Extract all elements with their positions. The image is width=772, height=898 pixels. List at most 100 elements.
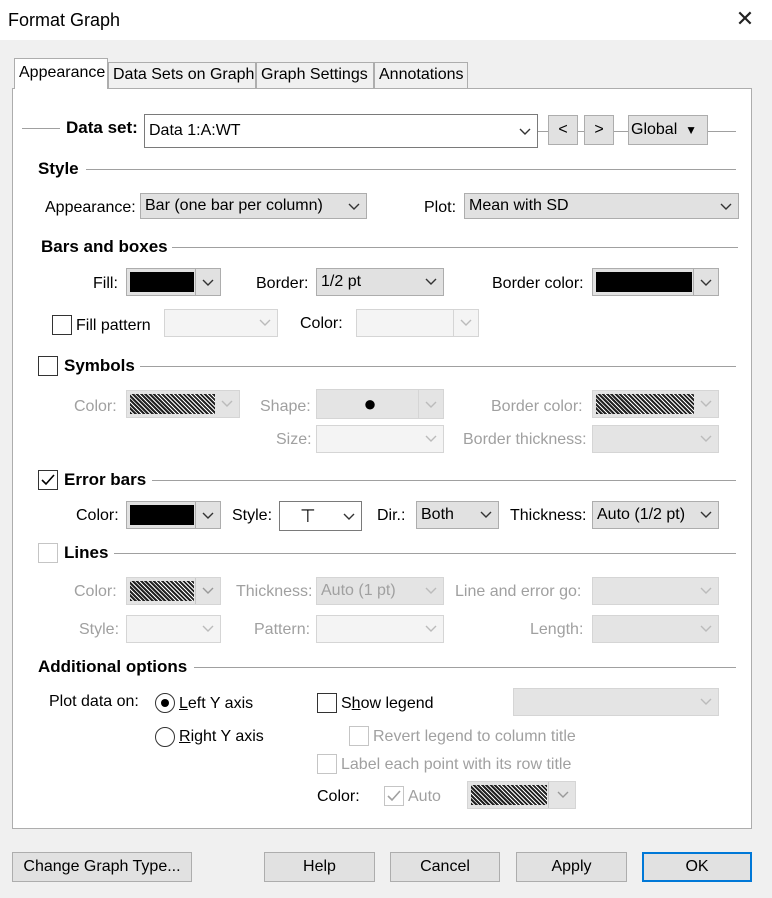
size-label: Size: [276, 431, 312, 448]
revert-legend-checkbox[interactable] [349, 726, 369, 746]
border-select[interactable]: 1/2 pt [316, 268, 444, 296]
size-select[interactable] [316, 425, 444, 453]
border-value: 1/2 pt [321, 273, 362, 290]
cancel-button[interactable]: Cancel [390, 852, 500, 882]
plot-value: Mean with SD [469, 197, 569, 214]
lines-heading: Lines [64, 543, 109, 562]
left-y-axis-label: Left Y axis [179, 694, 253, 714]
error-color-picker[interactable] [126, 501, 221, 529]
checkmark-icon [41, 474, 55, 486]
plot-data-on-label: Plot data on: [49, 693, 139, 710]
divider [614, 131, 628, 132]
chevron-down-icon [199, 504, 217, 526]
revert-legend-label: Revert legend to column title [373, 728, 576, 745]
direction-select[interactable]: Both [416, 501, 499, 529]
chevron-down-icon [422, 270, 440, 292]
next-dataset-button[interactable]: > [584, 115, 614, 145]
label-color-swatch [471, 785, 547, 805]
label-color-picker[interactable] [467, 781, 576, 809]
label-each-point-checkbox[interactable] [317, 754, 337, 774]
apply-button[interactable]: Apply [516, 852, 627, 882]
divider [152, 480, 736, 481]
line-color-picker[interactable] [126, 577, 221, 605]
border-thickness-select[interactable] [592, 425, 719, 453]
show-legend-label-start: S [341, 695, 352, 712]
tab-annotations[interactable]: Annotations [374, 62, 468, 88]
symbol-color-picker[interactable] [126, 390, 240, 418]
right-axis-label-rest: ight Y axis [190, 728, 264, 745]
change-graph-type-button[interactable]: Change Graph Type... [12, 852, 192, 882]
scope-dropdown-button[interactable]: Global ▼ [628, 115, 708, 145]
line-length-select[interactable] [592, 615, 719, 643]
right-y-axis-radio[interactable] [155, 727, 175, 747]
tab-graph-settings[interactable]: Graph Settings [256, 62, 374, 88]
chevron-down-icon [340, 505, 358, 527]
fill-pattern-checkbox[interactable] [52, 315, 72, 335]
shape-select[interactable]: ● [316, 389, 444, 419]
pattern-color-label: Color: [300, 315, 343, 332]
divider [22, 128, 60, 129]
error-style-label: Style: [232, 507, 273, 524]
chevron-down-icon [422, 579, 440, 601]
show-legend-label: Show legend [341, 694, 434, 714]
left-axis-label-rest: eft Y axis [187, 695, 254, 712]
line-and-error-select[interactable] [592, 577, 719, 605]
close-icon[interactable]: ✕ [728, 4, 762, 34]
error-style-select[interactable]: ⊤ [279, 501, 362, 531]
chevron-down-icon [697, 579, 715, 601]
chevron-down-icon [697, 427, 715, 449]
line-style-select[interactable] [126, 615, 221, 643]
divider [693, 269, 694, 295]
error-bars-heading: Error bars [64, 470, 147, 489]
pattern-color-picker[interactable] [356, 309, 479, 337]
label-color-label: Color: [317, 788, 360, 805]
legend-select[interactable] [513, 688, 719, 716]
chevron-down-icon [256, 311, 274, 333]
chevron-down-icon [717, 195, 735, 217]
divider [538, 131, 548, 132]
fill-pattern-select[interactable] [164, 309, 278, 337]
previous-dataset-button[interactable]: < [548, 115, 578, 145]
symbols-heading: Symbols [64, 356, 135, 375]
lines-checkbox[interactable] [38, 543, 58, 563]
right-axis-hotkey: R [179, 728, 191, 745]
error-bars-checkbox[interactable] [38, 470, 58, 490]
show-legend-label-rest: ow legend [360, 695, 434, 712]
line-length-label: Length: [530, 621, 584, 638]
left-y-axis-radio[interactable] [155, 693, 175, 713]
triangle-down-icon: ▼ [685, 123, 697, 137]
chevron-down-icon [457, 311, 475, 333]
line-pattern-select[interactable] [316, 615, 444, 643]
symbol-border-color-picker[interactable] [592, 390, 719, 418]
border-color-picker[interactable] [592, 268, 719, 296]
help-button[interactable]: Help [264, 852, 375, 882]
divider [86, 169, 736, 170]
divider [418, 390, 419, 418]
show-legend-checkbox[interactable] [317, 693, 337, 713]
appearance-label: Appearance: [45, 199, 136, 216]
scope-value: Global [631, 121, 678, 138]
plot-select[interactable]: Mean with SD [464, 193, 739, 219]
line-thickness-select[interactable]: Auto (1 pt) [316, 577, 444, 605]
border-thickness-label: Border thickness: [463, 431, 587, 448]
dataset-select[interactable]: Data 1:A:WT [144, 114, 538, 148]
auto-color-label: Auto [408, 788, 441, 805]
appearance-select[interactable]: Bar (one bar per column) [140, 193, 367, 219]
error-color-label: Color: [76, 507, 119, 524]
line-style-label: Style: [79, 621, 120, 638]
left-axis-hotkey: L [179, 695, 188, 712]
tab-appearance[interactable]: Appearance [14, 58, 108, 89]
error-thickness-select[interactable]: Auto (1/2 pt) [592, 501, 719, 529]
chevron-down-icon [422, 393, 440, 415]
divider [453, 310, 454, 336]
direction-label: Dir.: [377, 507, 406, 524]
symbols-checkbox[interactable] [38, 356, 58, 376]
chevron-down-icon [697, 271, 715, 293]
tab-data-sets-on-graph[interactable]: Data Sets on Graph [108, 62, 256, 88]
auto-color-checkbox[interactable] [384, 786, 404, 806]
chevron-down-icon [697, 617, 715, 639]
ok-button[interactable]: OK [642, 852, 752, 882]
chevron-down-icon [477, 503, 495, 525]
fill-color-picker[interactable] [126, 268, 221, 296]
error-thickness-label: Thickness: [510, 507, 587, 524]
